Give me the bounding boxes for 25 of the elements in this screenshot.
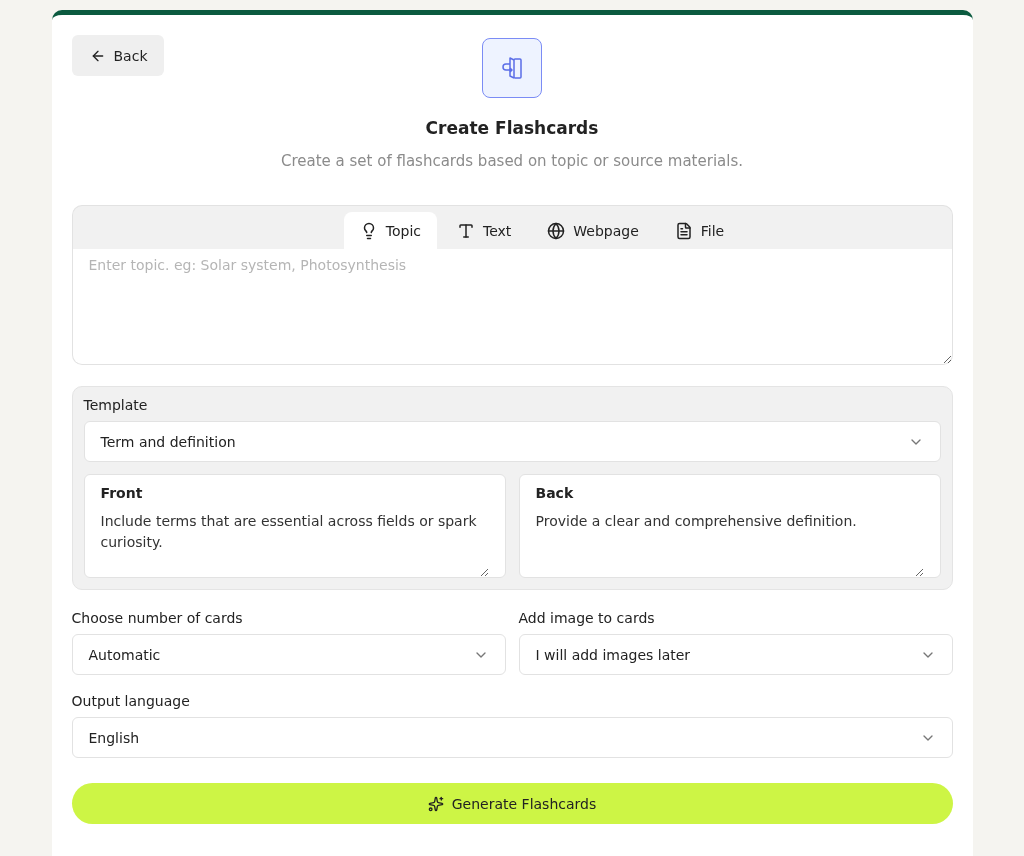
- language-label: Output language: [71, 693, 191, 709]
- topic-input[interactable]: Enter topic. eg: Solar system, Photosynthesis: [71, 249, 953, 365]
- page-subtitle: Create a set of flashcards based on topic or source materials.: [280, 152, 743, 170]
- generate-button[interactable]: Generate Flashcards: [71, 783, 953, 824]
- document-icon: [674, 221, 693, 240]
- side-label: Front: [100, 485, 144, 501]
- source-tab[interactable]: Webpage: [531, 212, 655, 249]
- source-tab[interactable]: Text: [440, 212, 528, 249]
- option-label: Add image to cards: [518, 610, 656, 626]
- side-field[interactable]: Back Provide a clear and comprehensive definition.: [518, 474, 941, 578]
- template-select[interactable]: Term and definition: [83, 421, 941, 462]
- option-label: Choose number of cards: [71, 610, 244, 626]
- language-select[interactable]: English: [71, 717, 953, 758]
- text-icon: [456, 221, 475, 240]
- page-title: Create Flashcards: [425, 118, 599, 138]
- sparkles-icon: [427, 795, 444, 812]
- source-tab[interactable]: File: [658, 212, 741, 249]
- template-label: Template: [83, 397, 149, 413]
- option-select[interactable]: I will add images later: [518, 634, 953, 675]
- source-tab[interactable]: Topic: [343, 212, 437, 249]
- back-button[interactable]: Back: [71, 35, 164, 76]
- side-label: Back: [535, 485, 575, 501]
- globe-icon: [547, 221, 566, 240]
- side-field[interactable]: Front Include terms that are essential across fields or spark curiosity.: [83, 474, 506, 578]
- option-select[interactable]: Automatic: [71, 634, 506, 675]
